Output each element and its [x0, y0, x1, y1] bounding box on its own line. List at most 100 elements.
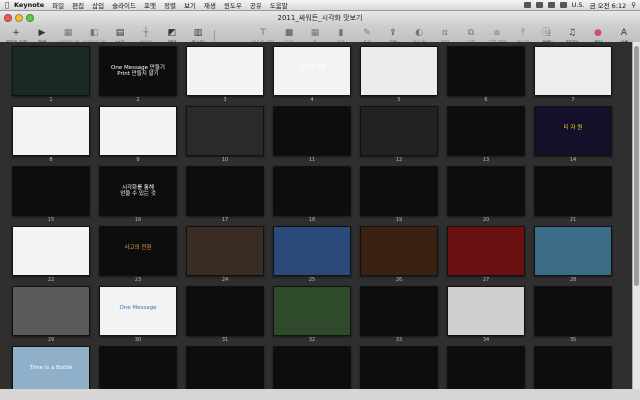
slide-number: 17: [221, 217, 229, 223]
volume-icon[interactable]: [559, 2, 567, 8]
menu-slide[interactable]: 슬라이드: [112, 0, 136, 10]
wifi-icon[interactable]: [547, 2, 555, 8]
share-icon: ⇪: [389, 28, 397, 38]
slide-thumbnail[interactable]: [447, 166, 525, 216]
menu-edit[interactable]: 편집: [72, 0, 84, 10]
slide-thumbnail[interactable]: [273, 226, 351, 276]
slide-thumbnail[interactable]: [12, 286, 90, 336]
slide-thumbnail[interactable]: [534, 46, 612, 96]
slide-thumbnail[interactable]: [447, 346, 525, 389]
slide-number: 32: [308, 337, 316, 343]
apple-icon[interactable]: : [0, 1, 14, 9]
app-menu[interactable]: Keynote: [14, 1, 44, 9]
slide-thumbnail[interactable]: One Message 만들기 Print 만들지 말기: [99, 46, 177, 96]
slide-number: 27: [482, 277, 490, 283]
slide-thumbnail[interactable]: [273, 286, 351, 336]
slide-thumbnail[interactable]: [186, 286, 264, 336]
slide-thumbnail[interactable]: [534, 226, 612, 276]
slide-number: 15: [47, 217, 55, 223]
slide-thumbnail[interactable]: [12, 106, 90, 156]
slide-thumbnail[interactable]: Time is a Bottle: [12, 346, 90, 389]
slide-thumbnail[interactable]: [447, 286, 525, 336]
slide-thumbnail[interactable]: [360, 46, 438, 96]
slide-thumbnail[interactable]: [186, 106, 264, 156]
input-source[interactable]: U.S.: [572, 1, 585, 9]
slide-number: 3: [223, 97, 227, 103]
slide-thumbnail[interactable]: One Message: [99, 286, 177, 336]
slide-thumbnail[interactable]: [273, 106, 351, 156]
vertical-scrollbar[interactable]: [632, 42, 640, 389]
slide-number: 34: [482, 337, 490, 343]
slide-number: 19: [395, 217, 403, 223]
slide-thumbnail[interactable]: [12, 166, 90, 216]
clock[interactable]: 금 오전 6:12: [590, 0, 627, 10]
slide-number: 33: [395, 337, 403, 343]
menu-format[interactable]: 포맷: [144, 0, 156, 10]
slide-thumbnail[interactable]: [447, 46, 525, 96]
slide-number: 30: [134, 337, 142, 343]
zoom-button[interactable]: [26, 14, 34, 22]
slide-thumbnail[interactable]: [186, 166, 264, 216]
bluetooth-icon[interactable]: [535, 2, 543, 8]
slide-thumbnail[interactable]: [99, 106, 177, 156]
themes-icon: ◩: [167, 28, 177, 38]
slide-thumbnail[interactable]: [12, 226, 90, 276]
slide-thumbnail[interactable]: [360, 286, 438, 336]
alpha-icon: α: [442, 28, 448, 38]
slide-thumbnail[interactable]: [534, 286, 612, 336]
slide-thumbnail[interactable]: [447, 106, 525, 156]
slide-number: 2: [136, 97, 140, 103]
menu-view[interactable]: 보기: [184, 0, 196, 10]
ungroup-icon: ⧈: [494, 28, 500, 38]
close-button[interactable]: [4, 14, 12, 22]
mask-icon: ◐: [415, 28, 423, 38]
minimize-button[interactable]: [15, 14, 23, 22]
slide-thumbnail[interactable]: 관점의 전환: [273, 46, 351, 96]
slide-thumbnail[interactable]: [186, 226, 264, 276]
new-slide-icon: +: [12, 28, 20, 38]
menu-window[interactable]: 윈도우: [224, 0, 242, 10]
scrollbar-thumb[interactable]: [634, 46, 639, 286]
slide-thumbnail[interactable]: 사고의 전환: [99, 226, 177, 276]
guides-icon: ┼: [143, 28, 149, 38]
slide-thumbnail[interactable]: [534, 346, 612, 389]
slide-thumbnail[interactable]: [360, 226, 438, 276]
slide-thumbnail[interactable]: [360, 106, 438, 156]
slide-thumbnail[interactable]: [534, 166, 612, 216]
comment-icon: ✎: [363, 28, 371, 38]
spotlight-icon[interactable]: ⚲: [631, 1, 636, 9]
menu-play[interactable]: 재생: [204, 0, 216, 10]
slide-number: 18: [308, 217, 316, 223]
slide-thumbnail[interactable]: [186, 46, 264, 96]
menu-file[interactable]: 파일: [52, 0, 64, 10]
slide-thumbnail[interactable]: 시각화를 통해 얻을 수 있는 것: [99, 166, 177, 216]
slide-number: 7: [571, 97, 575, 103]
menu-help[interactable]: 도움말: [270, 0, 288, 10]
slide-thumbnail[interactable]: [12, 46, 90, 96]
dropbox-icon[interactable]: [523, 2, 531, 8]
slide-thumbnail[interactable]: [273, 346, 351, 389]
slide-text: 시각화를 통해 얻을 수 있는 것: [120, 185, 156, 198]
title-bar: 2011_싸워든_시각화 맛보기: [0, 11, 640, 25]
slide-thumbnail[interactable]: [273, 166, 351, 216]
menu-arrange[interactable]: 정렬: [164, 0, 176, 10]
slide-light-table[interactable]: 1 One Message 만들기 Print 만들지 말기 2 3 관점의 전환 4 5 6…: [0, 42, 632, 389]
chart-icon: ▮: [338, 28, 344, 38]
group-icon: ⧉: [467, 28, 475, 38]
slide-thumbnail[interactable]: [99, 346, 177, 389]
theme-icon: ◧: [89, 28, 99, 38]
slide-number: 26: [395, 277, 403, 283]
slide-thumbnail[interactable]: [360, 166, 438, 216]
slide-thumbnail[interactable]: [186, 346, 264, 389]
slide-number: 9: [136, 157, 140, 163]
fonts-icon: A: [620, 28, 628, 38]
slide-thumbnail[interactable]: [360, 346, 438, 389]
textbox-icon: T: [260, 28, 266, 38]
menu-share[interactable]: 공유: [250, 0, 262, 10]
menu-insert[interactable]: 삽입: [92, 0, 104, 10]
slide-text: One Message 만들기 Print 만들지 말기: [111, 65, 165, 78]
slide-thumbnail[interactable]: 티 자 원: [534, 106, 612, 156]
master-icon: ▦: [63, 28, 73, 38]
slide-number: 22: [47, 277, 55, 283]
slide-thumbnail[interactable]: [447, 226, 525, 276]
